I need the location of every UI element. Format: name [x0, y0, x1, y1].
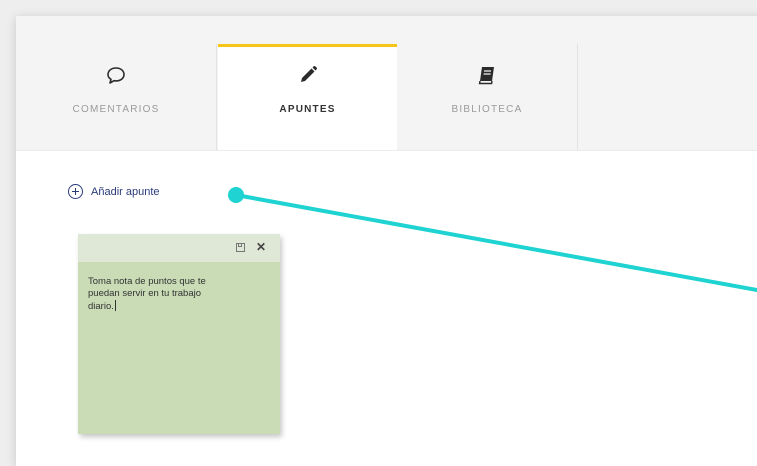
add-note-button[interactable]: Añadir apunte: [68, 184, 160, 199]
tab-label-biblioteca: BIBLIOTECA: [451, 104, 523, 115]
add-note-label: Añadir apunte: [91, 185, 160, 198]
tab-label-comentarios: COMENTARIOS: [72, 104, 160, 115]
tab-bar: COMENTARIOS APUNTES BIBLIOTECA: [16, 16, 757, 151]
tab-divider: [577, 44, 578, 150]
tab-biblioteca[interactable]: BIBLIOTECA: [397, 44, 577, 150]
book-icon: [478, 67, 494, 85]
text-caret: [114, 300, 116, 311]
tab-apuntes[interactable]: APUNTES: [218, 44, 397, 150]
note-text: Toma nota de puntos que te puedan servir…: [88, 276, 206, 312]
save-icon[interactable]: [236, 243, 245, 252]
note-header: ✕: [78, 234, 280, 262]
comment-icon: [107, 67, 125, 84]
pencil-icon: [300, 66, 317, 82]
close-icon[interactable]: ✕: [256, 240, 266, 254]
add-circle-icon: [68, 184, 83, 199]
note-text-area[interactable]: Toma nota de puntos que te puedan servir…: [78, 262, 228, 313]
tab-label-apuntes: APUNTES: [279, 104, 336, 115]
tab-comentarios[interactable]: COMENTARIOS: [16, 44, 216, 150]
sticky-note: ✕ Toma nota de puntos que te puedan serv…: [78, 234, 280, 434]
tab-divider: [216, 44, 217, 150]
